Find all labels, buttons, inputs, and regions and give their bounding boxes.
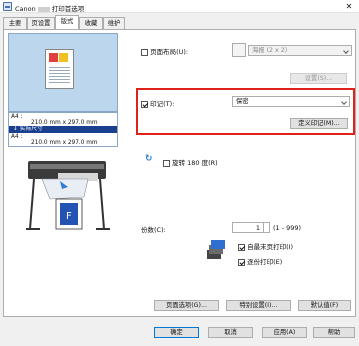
page-layout-label: 页面布局(U): xyxy=(150,48,189,56)
page-layout-checkbox[interactable] xyxy=(141,48,148,56)
rotate-option[interactable]: 旋转 180 度(R) xyxy=(163,157,218,167)
printer-top xyxy=(30,164,104,169)
window-title: Canon 打印首选项 xyxy=(15,3,84,13)
special-settings-button[interactable]: 特别设置(I)... xyxy=(226,300,291,311)
tab-maintenance[interactable]: 维护 xyxy=(103,17,125,29)
stamp-value: 保密 xyxy=(236,98,249,105)
collate-option[interactable]: 逐份打印(E) xyxy=(238,256,282,266)
page-options-button[interactable]: 页面选项(G)... xyxy=(154,300,219,311)
stamp-dropdown[interactable]: 保密 xyxy=(232,96,350,107)
scaling-label: 实际尺寸 xyxy=(19,126,43,132)
rotate-label: 旋转 180 度(R) xyxy=(172,159,218,167)
collate-checkbox[interactable] xyxy=(238,258,245,266)
printer-illustration: F xyxy=(26,161,110,230)
tab-layout[interactable]: 版式 xyxy=(55,15,79,29)
copies-label: 份数(C): xyxy=(141,226,166,234)
reverse-order-option[interactable]: 自最末页打印(I) xyxy=(238,241,293,251)
page-layout-option[interactable]: 页面布局(U): xyxy=(141,46,188,56)
preview-graphic-red xyxy=(49,53,58,62)
ok-button[interactable]: 确定 xyxy=(154,327,199,338)
tab-main[interactable]: 主要 xyxy=(3,17,27,29)
copies-value: 1 xyxy=(255,224,260,232)
cancel-button[interactable]: 取消 xyxy=(208,327,253,338)
preview-text-lines xyxy=(49,65,70,85)
collate-label: 逐份打印(E) xyxy=(247,258,283,266)
scaling-indicator: ↓ 实际尺寸 xyxy=(9,126,117,133)
size-bottom-dims: 210.0 mm x 297.0 mm xyxy=(31,140,98,146)
reverse-order-label: 自最末页打印(I) xyxy=(247,243,294,251)
chevron-down-icon xyxy=(341,99,347,105)
page-layout-value: 海报 (2 x 2) xyxy=(252,47,288,54)
stack-page-1 xyxy=(211,240,225,249)
layout-settings-button[interactable]: 设置(S)... xyxy=(290,73,347,84)
rotate-icon: ↻ xyxy=(145,154,153,164)
preview-graphic-yellow xyxy=(59,53,68,62)
redacted-model-name xyxy=(37,6,50,12)
size-bottom-label: A4 : xyxy=(11,134,23,140)
rotate-checkbox[interactable] xyxy=(163,159,170,167)
apply-button[interactable]: 应用(A) xyxy=(262,327,307,338)
stamp-checkbox[interactable] xyxy=(141,100,148,108)
reverse-order-checkbox[interactable] xyxy=(238,243,245,251)
printer-app-icon xyxy=(3,2,12,11)
tab-page-setup[interactable]: 页设置 xyxy=(27,17,55,29)
window-title-prefix: Canon xyxy=(15,5,36,13)
page-stack-icon xyxy=(207,240,225,259)
stand-leg-right xyxy=(99,178,105,230)
stamp-label: 印记(T): xyxy=(150,100,175,108)
stand-leg-left xyxy=(29,178,35,230)
poster-layout-icon xyxy=(232,43,246,57)
stamp-option[interactable]: 印记(T): xyxy=(141,98,174,108)
define-stamp-button[interactable]: 定义印记(M)... xyxy=(290,118,348,129)
close-icon[interactable]: ✕ xyxy=(343,1,355,12)
page-layout-dropdown[interactable]: 海报 (2 x 2) xyxy=(248,45,352,56)
defaults-button[interactable]: 默认值(F) xyxy=(298,300,351,311)
window-title-suffix: 打印首选项 xyxy=(51,5,85,13)
help-button[interactable]: 帮助 xyxy=(313,327,355,338)
copies-range: (1 - 999) xyxy=(273,224,302,232)
paper-output xyxy=(41,178,89,200)
stepper-arrows-icon[interactable] xyxy=(263,223,269,232)
copies-stepper[interactable]: 1 xyxy=(232,222,270,233)
chevron-down-icon xyxy=(343,48,349,54)
tab-favorites[interactable]: 收藏 xyxy=(79,17,103,29)
output-mark: F xyxy=(66,211,72,222)
arrow-down-icon: ↓ xyxy=(13,126,18,132)
size-top-label: A4 : xyxy=(11,114,23,120)
